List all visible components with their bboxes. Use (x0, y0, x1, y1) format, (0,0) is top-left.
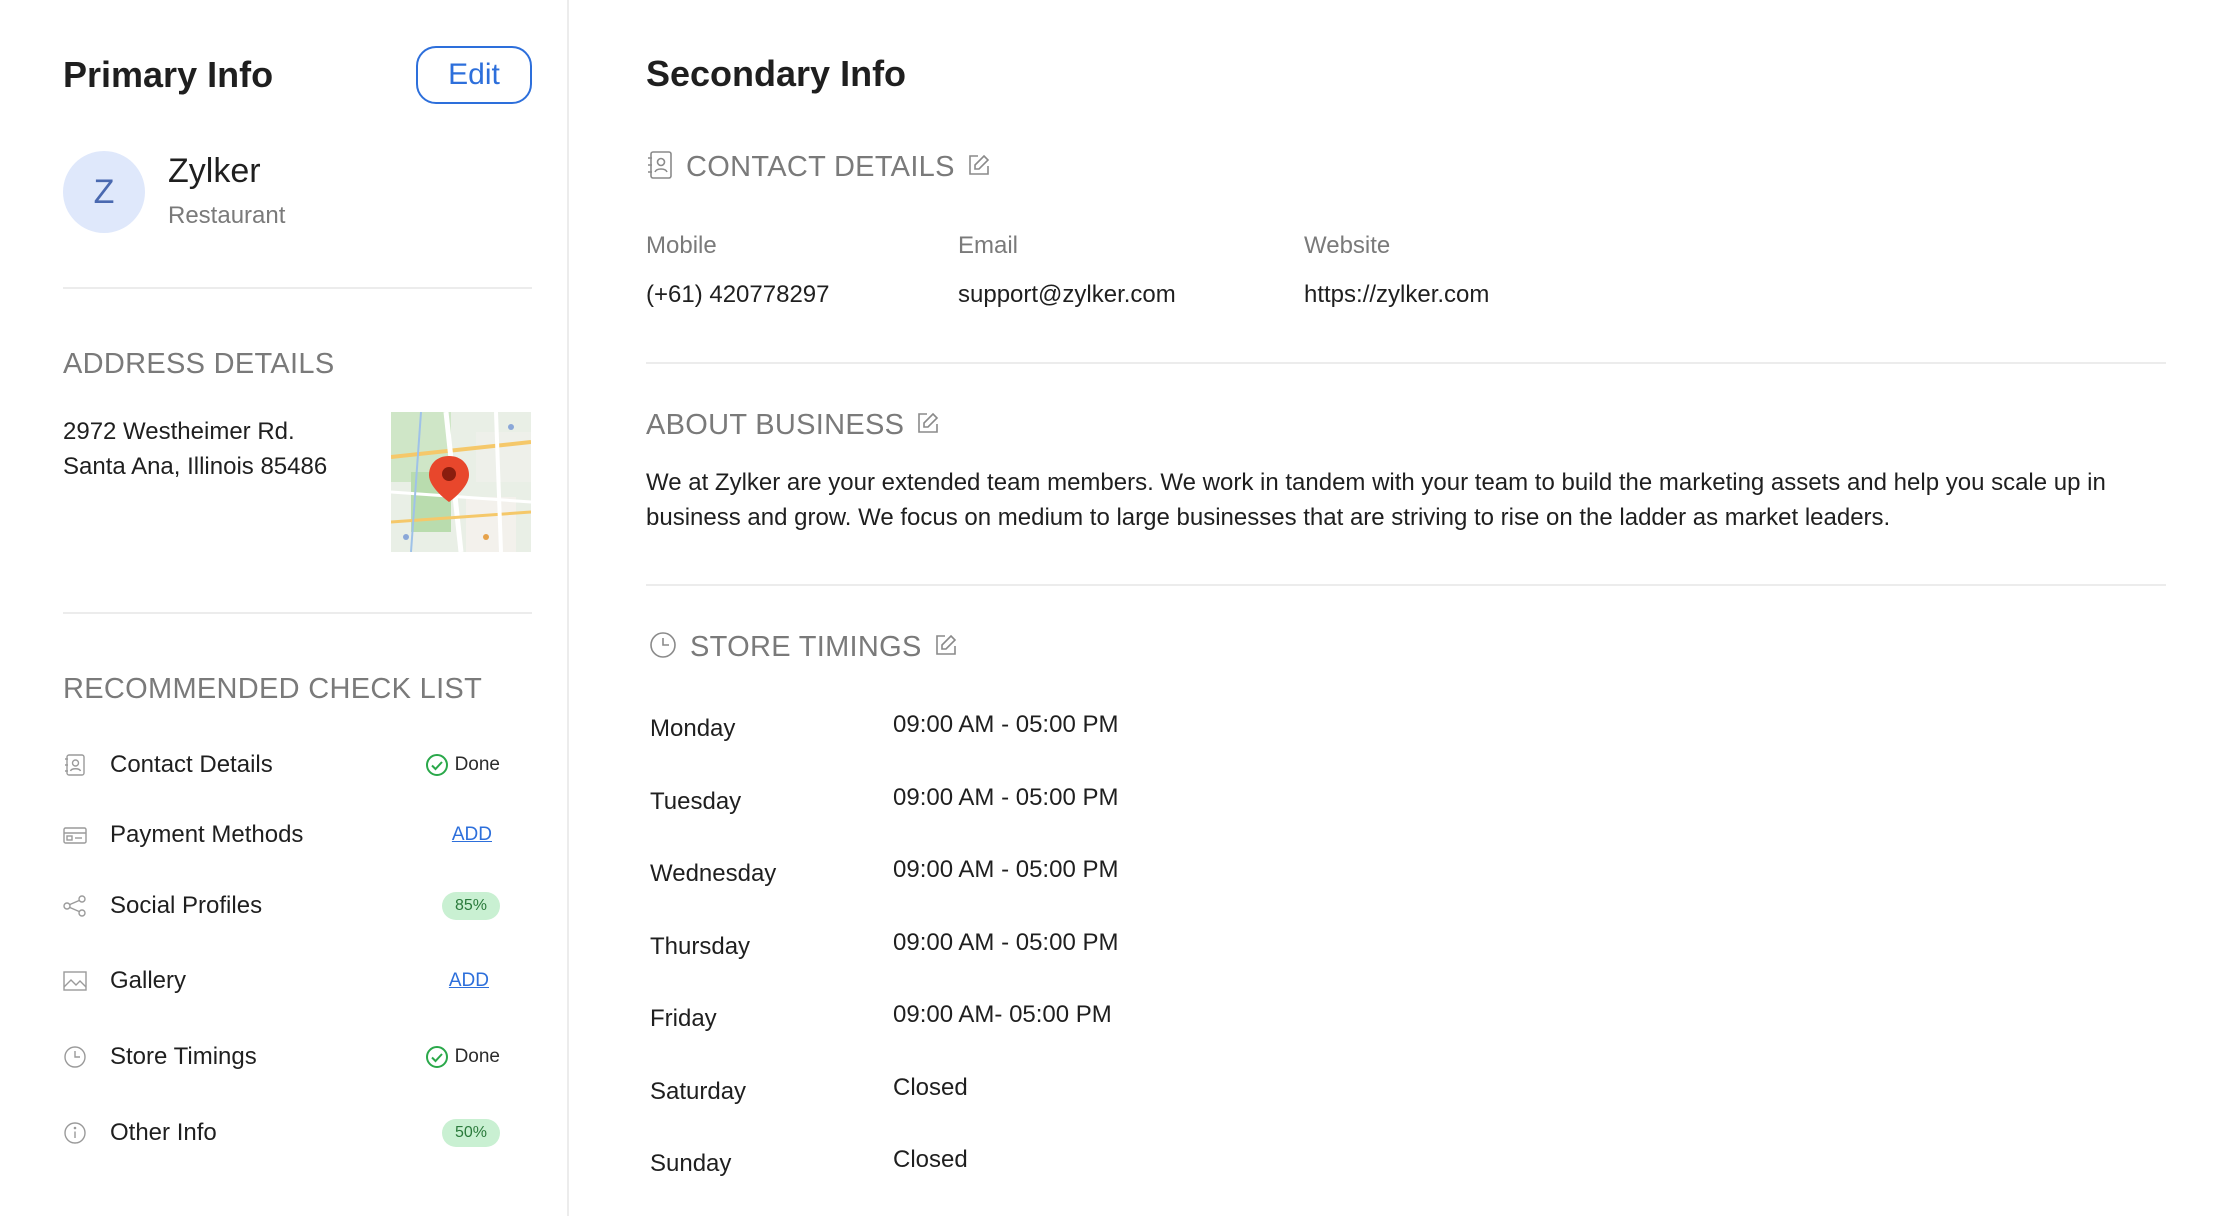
business-name: Zylker (168, 152, 261, 190)
address-details-heading: ADDRESS DETAILS (63, 348, 335, 380)
progress-badge: 50% (441, 1119, 500, 1147)
day-hours: 09:00 AM - 05:00 PM (893, 711, 1119, 738)
contact-card-icon (646, 150, 674, 185)
day-hours: 09:00 AM- 05:00 PM (893, 1001, 1112, 1028)
divider (646, 584, 2166, 586)
clock-icon (60, 1042, 90, 1072)
checklist-item-other-info[interactable]: Other Info 50% (60, 1113, 500, 1153)
day-hours: 09:00 AM - 05:00 PM (893, 784, 1119, 811)
day-hours: 09:00 AM - 05:00 PM (893, 929, 1119, 956)
day-label: Saturday (650, 1078, 747, 1105)
email-value[interactable]: support@zylker.com (958, 281, 1176, 309)
address-line-2: Santa Ana, Illinois 85486 (63, 453, 328, 480)
divider (63, 287, 532, 289)
checklist-item-label: Gallery (110, 967, 187, 994)
business-type: Restaurant (168, 202, 286, 229)
edit-store-timings-icon[interactable] (934, 633, 958, 662)
checklist-item-label: Other Info (110, 1119, 217, 1146)
store-timings-header: STORE TIMINGS (648, 630, 958, 665)
check-circle-icon (425, 754, 448, 776)
store-timings-heading: STORE TIMINGS (690, 631, 922, 663)
day-hours: 09:00 AM - 05:00 PM (893, 856, 1119, 883)
day-label: Sunday (650, 1150, 732, 1177)
contact-card-icon (60, 750, 90, 780)
checklist-heading: RECOMMENDED CHECK LIST (63, 673, 483, 705)
share-icon (60, 891, 90, 921)
add-payment-methods-link[interactable]: ADD (452, 824, 492, 846)
image-icon (60, 966, 90, 996)
email-label: Email (958, 232, 1019, 259)
checklist-item-label: Payment Methods (110, 821, 304, 848)
day-label: Wednesday (650, 860, 777, 887)
contact-details-header: CONTACT DETAILS (646, 150, 991, 185)
checklist-item-store-timings[interactable]: Store Timings Done (60, 1037, 500, 1077)
day-label: Monday (650, 715, 736, 742)
primary-info-title: Primary Info (63, 54, 274, 95)
about-business-heading: ABOUT BUSINESS (646, 409, 905, 441)
address-text: 2972 Westheimer Rd. Santa Ana, Illinois … (63, 414, 327, 484)
divider (63, 612, 532, 614)
secondary-info-title: Secondary Info (646, 53, 907, 94)
avatar: Z (63, 151, 145, 233)
checklist-item-label: Social Profiles (110, 892, 263, 919)
checklist-item-payment-methods[interactable]: Payment Methods ADD (60, 815, 500, 855)
edit-contact-details-icon[interactable] (967, 153, 991, 182)
about-business-header: ABOUT BUSINESS (646, 409, 940, 442)
about-business-text: We at Zylker are your extended team memb… (646, 469, 2106, 531)
checklist-item-gallery[interactable]: Gallery ADD (60, 961, 500, 1001)
day-label: Tuesday (650, 788, 742, 815)
day-hours: Closed (893, 1146, 968, 1173)
progress-badge: 85% (441, 892, 500, 920)
clock-icon (648, 630, 678, 665)
check-circle-icon (425, 1046, 448, 1068)
primary-info-panel: Primary Info Edit Z Zylker Restaurant AD… (0, 0, 569, 1216)
edit-about-business-icon[interactable] (916, 411, 940, 440)
checklist-item-label: Store Timings (110, 1043, 257, 1070)
divider (646, 362, 2166, 364)
payment-card-icon (60, 820, 90, 850)
address-line-1: 2972 Westheimer Rd. (63, 418, 295, 445)
mobile-label: Mobile (646, 232, 717, 259)
checklist-item-social-profiles[interactable]: Social Profiles 85% (60, 886, 500, 926)
day-hours: Closed (893, 1074, 968, 1101)
secondary-info-panel: Secondary Info CONTACT DETAILS Mobile (+… (571, 0, 2240, 1216)
edit-button[interactable]: Edit (416, 46, 532, 104)
info-icon (60, 1118, 90, 1148)
day-label: Thursday (650, 933, 751, 960)
contact-details-heading: CONTACT DETAILS (686, 151, 955, 183)
day-label: Friday (650, 1005, 717, 1032)
website-label: Website (1304, 232, 1391, 259)
add-gallery-link[interactable]: ADD (449, 970, 489, 992)
mobile-value: (+61) 420778297 (646, 281, 830, 308)
checklist-item-label: Contact Details (110, 751, 273, 778)
website-value[interactable]: https://zylker.com (1304, 281, 1489, 309)
checklist-item-contact-details[interactable]: Contact Details Done (60, 745, 500, 785)
status-done: Done (425, 753, 500, 777)
status-done: Done (425, 1045, 500, 1069)
map-thumbnail[interactable] (391, 412, 531, 552)
